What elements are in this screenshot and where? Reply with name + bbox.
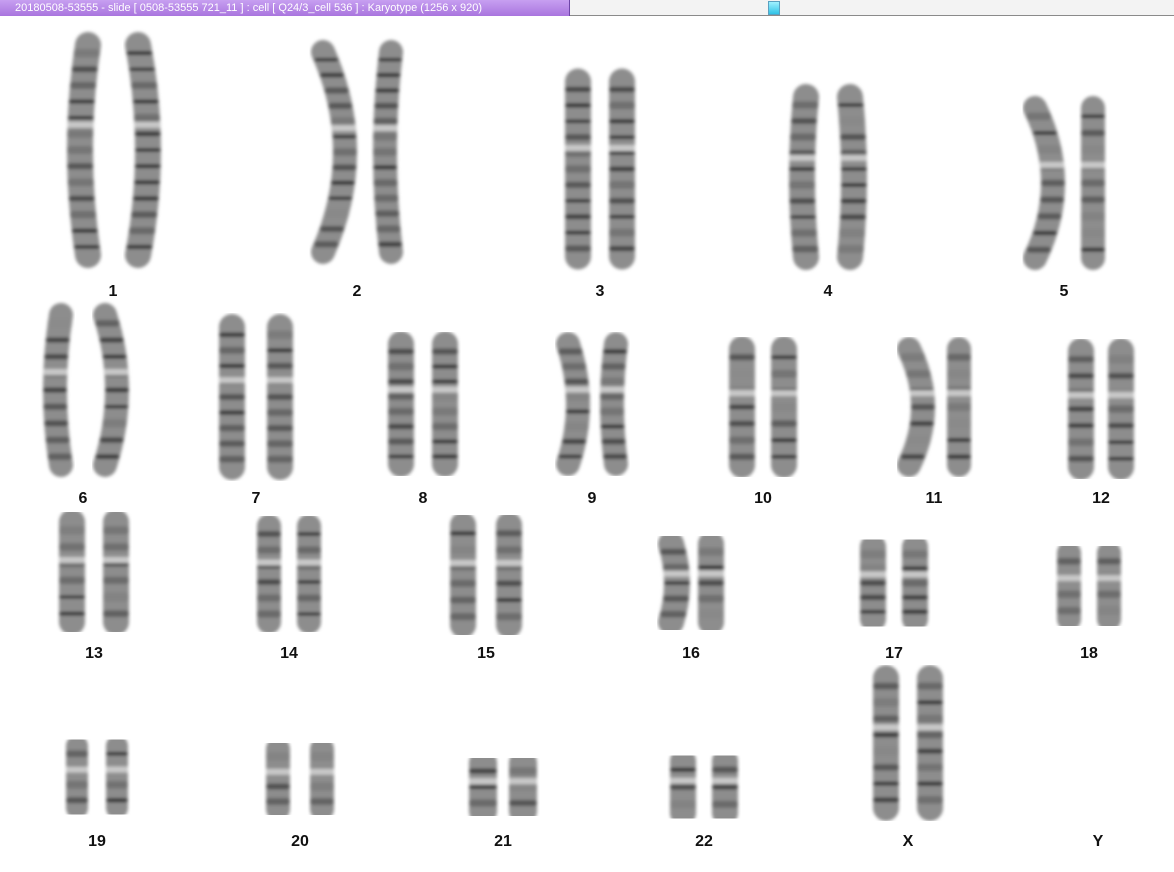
chromatid-12-b: [1107, 338, 1134, 480]
chromatid-5-b: [1080, 96, 1106, 270]
chromatid-19-b: [106, 735, 128, 819]
chromosome-label-8: 8: [418, 490, 428, 507]
chromosome-pair-11[interactable]: [897, 337, 971, 477]
chromosome-label-19: 19: [88, 833, 106, 850]
chromatid-9-b: [600, 332, 628, 476]
chromosome-label-y: Y: [1092, 833, 1104, 850]
chromatid-2-a: [311, 40, 357, 264]
chromosome-pair-10[interactable]: [728, 336, 797, 478]
chromatid-14-b: [296, 514, 322, 634]
chromosome-label-4: 4: [823, 283, 833, 300]
chromosome-label-2: 2: [352, 283, 362, 300]
chromatid-12-a: [1067, 338, 1094, 480]
chromosome-pair-22[interactable]: [670, 748, 738, 826]
chromatid-4-a: [789, 84, 819, 270]
chromatid-10-b: [770, 336, 797, 478]
chromatid-15-a: [449, 512, 477, 638]
chromatid-4-b: [837, 84, 867, 270]
chromatid-3-a: [564, 68, 592, 270]
chromosome-label-22: 22: [695, 833, 713, 850]
chromosome-label-14: 14: [280, 645, 298, 662]
chromatid-19-a: [65, 735, 88, 819]
chromatid-x-a: [872, 665, 900, 821]
chromosome-label-17: 17: [885, 645, 903, 662]
chromatid-10-a: [728, 336, 755, 478]
chromosome-pair-18[interactable]: [1056, 541, 1122, 631]
chromatid-11-b: [946, 337, 971, 477]
chromosome-label-3: 3: [595, 283, 605, 300]
chromosome-pair-15[interactable]: [449, 512, 523, 638]
chromatid-7-a: [218, 314, 246, 480]
chromosome-label-12: 12: [1092, 490, 1110, 507]
chromatid-14-a: [256, 514, 282, 634]
chromosome-pair-4[interactable]: [789, 84, 867, 270]
chromosome-pair-14[interactable]: [256, 514, 322, 634]
chromosome-pair-17[interactable]: [860, 534, 929, 632]
chromosome-label-7: 7: [251, 490, 261, 507]
chromatid-13-b: [102, 509, 130, 635]
chromosome-pair-12[interactable]: [1067, 338, 1134, 480]
chromosome-pair-8[interactable]: [387, 331, 458, 477]
chromosome-pair-x[interactable]: [872, 665, 944, 821]
chromatid-7-b: [266, 314, 294, 480]
chromosome-pair-3[interactable]: [564, 68, 636, 270]
chromosome-label-10: 10: [754, 490, 772, 507]
chromosome-pair-2[interactable]: [311, 40, 403, 264]
chromatid-5-a: [1023, 96, 1065, 270]
chromatid-1-a: [67, 32, 101, 268]
chromosome-label-1: 1: [108, 283, 118, 300]
chromatid-2-b: [373, 40, 403, 264]
chromatid-20-a: [266, 737, 290, 821]
chromatid-18-a: [1056, 541, 1082, 631]
chromosome-pair-16[interactable]: [658, 531, 725, 635]
window-titlebar: 20180508-53555 - slide [ 0508-53555 721_…: [0, 0, 1174, 16]
chromatid-9-a: [556, 332, 590, 476]
chromosome-pair-9[interactable]: [556, 332, 628, 476]
chromatid-1-b: [125, 32, 161, 268]
chromosome-label-20: 20: [291, 833, 309, 850]
chromosome-pair-6[interactable]: [43, 303, 129, 477]
chromosome-pair-1[interactable]: [67, 32, 161, 268]
chromosome-label-9: 9: [587, 490, 597, 507]
chromatid-x-b: [916, 665, 944, 821]
chromatid-18-b: [1097, 541, 1122, 631]
chromosome-label-18: 18: [1080, 645, 1098, 662]
chromatid-17-a: [860, 534, 887, 632]
chromatid-6-b: [93, 303, 129, 477]
chromosome-label-13: 13: [85, 645, 103, 662]
chromosome-pair-13[interactable]: [58, 509, 130, 635]
chromatid-20-b: [310, 737, 334, 821]
chromatid-16-a: [658, 531, 690, 635]
chromatid-17-b: [902, 534, 929, 632]
chromosome-svg: [43, 32, 1134, 826]
chromosome-label-6: 6: [78, 490, 88, 507]
chromosome-label-x: X: [902, 833, 914, 850]
chromatid-16-b: [697, 531, 725, 635]
chromatid-21-a: [469, 749, 498, 825]
chromosome-label-11: 11: [925, 490, 943, 507]
chromatid-8-a: [387, 331, 414, 477]
chromosome-label-5: 5: [1059, 283, 1069, 300]
titlebar-scroll-thumb[interactable]: [768, 1, 780, 15]
chromosome-label-15: 15: [477, 645, 495, 662]
chromosome-pair-5[interactable]: [1023, 96, 1106, 270]
chromosome-pair-21[interactable]: [469, 749, 538, 825]
chromatid-3-b: [608, 68, 636, 270]
chromosome-label-21: 21: [494, 833, 512, 850]
chromosome-label-16: 16: [682, 645, 700, 662]
chromatid-6-a: [43, 303, 73, 477]
chromatid-21-b: [509, 749, 538, 825]
karyotype-panel: 1 2 3 4 5 6 7 8 9 10 11 12 13 14 15 16 17 18 19 20 21 22 X Y: [0, 17, 1174, 872]
chromatid-22-a: [670, 748, 697, 826]
chromatid-15-b: [495, 512, 523, 638]
chromatid-8-b: [431, 331, 458, 477]
chromosome-pair-7[interactable]: [218, 314, 294, 480]
chromosome-pair-19[interactable]: [65, 735, 128, 819]
chromatid-13-a: [58, 509, 86, 635]
window-title: 20180508-53555 - slide [ 0508-53555 721_…: [0, 0, 570, 16]
chromatid-22-b: [711, 748, 738, 826]
chromatid-11-a: [897, 337, 935, 477]
chromosome-pair-20[interactable]: [266, 737, 334, 821]
